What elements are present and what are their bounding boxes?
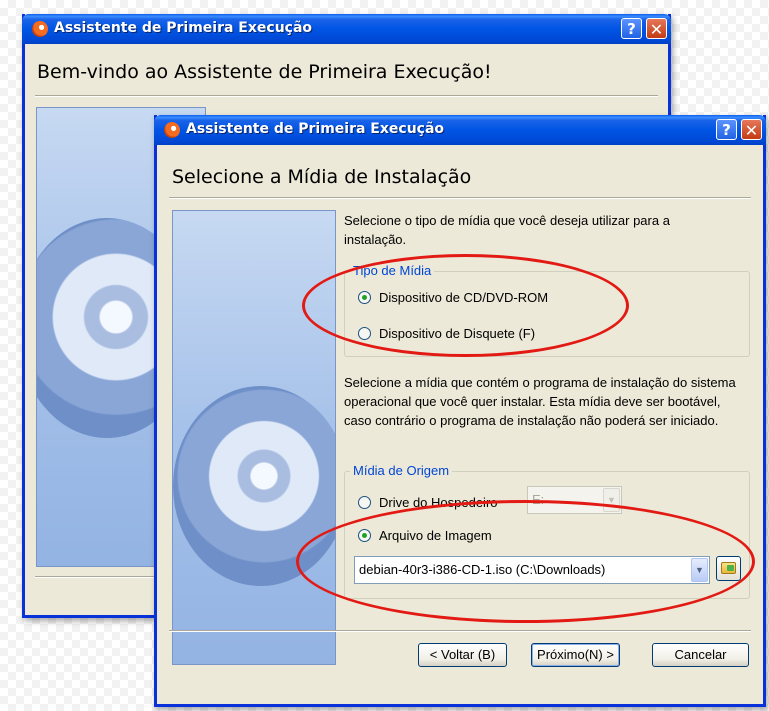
dialog-title-bar[interactable]: Assistente de Primeira Execução ? ✕ (154, 115, 766, 145)
host-drive-value: E: (532, 492, 545, 507)
cd-dvd-radio[interactable]: Dispositivo de CD/DVD-ROM (358, 290, 548, 305)
media-type-group: Tipo de Mídia Dispositivo de CD/DVD-ROM … (344, 263, 750, 357)
background-title-bar[interactable]: Assistente de Primeira Execução ? ✕ (22, 14, 671, 44)
floppy-radio-indicator[interactable] (358, 327, 371, 340)
virtualbox-icon (32, 21, 48, 37)
floppy-radio[interactable]: Dispositivo de Disquete (F) (358, 326, 535, 341)
folder-open-icon (721, 562, 736, 574)
host-drive-radio-indicator[interactable] (358, 496, 371, 509)
cancel-button[interactable]: Cancelar (652, 643, 749, 667)
illustration-panel (172, 210, 336, 665)
intro-text: Selecione o tipo de mídia que você desej… (344, 213, 670, 247)
media-type-legend: Tipo de Mídia (350, 263, 435, 279)
host-drive-select[interactable]: E: ▼ (527, 486, 622, 514)
close-button[interactable]: ✕ (741, 119, 762, 140)
browse-image-button[interactable] (716, 556, 741, 581)
image-file-radio-label[interactable]: Arquivo de Imagem (379, 528, 492, 543)
image-file-radio[interactable]: Arquivo de Imagem (358, 528, 492, 543)
image-file-radio-indicator[interactable] (358, 529, 371, 542)
background-heading-divider (35, 95, 658, 97)
source-media-legend: Mídia de Origem (350, 463, 453, 479)
background-close-button[interactable]: ✕ (646, 18, 667, 39)
background-heading: Bem-vindo ao Assistente de Primeira Exec… (37, 61, 492, 83)
page-title: Selecione a Mídia de Instalação (172, 166, 472, 188)
virtualbox-icon (164, 122, 180, 138)
image-file-select[interactable]: debian-40r3-i386-CD-1.iso (C:\Downloads)… (354, 556, 710, 584)
help-button[interactable]: ? (716, 119, 737, 140)
chevron-down-icon[interactable]: ▼ (691, 558, 708, 582)
chevron-down-icon[interactable]: ▼ (603, 488, 620, 512)
host-drive-radio-label[interactable]: Drive do Hospedeiro (379, 495, 498, 510)
image-file-value: debian-40r3-i386-CD-1.iso (C:\Downloads) (359, 562, 606, 577)
bottom-divider (169, 630, 751, 632)
source-media-text: Selecione a mídia que contém o programa … (344, 375, 736, 428)
back-button[interactable]: < Voltar (B) (418, 643, 507, 667)
background-help-button[interactable]: ? (621, 18, 642, 39)
background-window-title: Assistente de Primeira Execução (54, 20, 313, 36)
cd-dvd-radio-label[interactable]: Dispositivo de CD/DVD-ROM (379, 290, 548, 305)
floppy-radio-label[interactable]: Dispositivo de Disquete (F) (379, 326, 535, 341)
next-button[interactable]: Próximo(N) > (531, 643, 620, 667)
dialog-title: Assistente de Primeira Execução (186, 121, 445, 137)
wizard-dialog: Assistente de Primeira Execução ? ✕ Sele… (154, 115, 766, 707)
host-drive-radio[interactable]: Drive do Hospedeiro (358, 495, 498, 510)
heading-divider (169, 197, 751, 199)
cd-dvd-radio-indicator[interactable] (358, 291, 371, 304)
source-media-group: Mídia de Origem Drive do Hospedeiro E: ▼… (344, 463, 750, 599)
hard-disk-illustration (173, 386, 335, 586)
